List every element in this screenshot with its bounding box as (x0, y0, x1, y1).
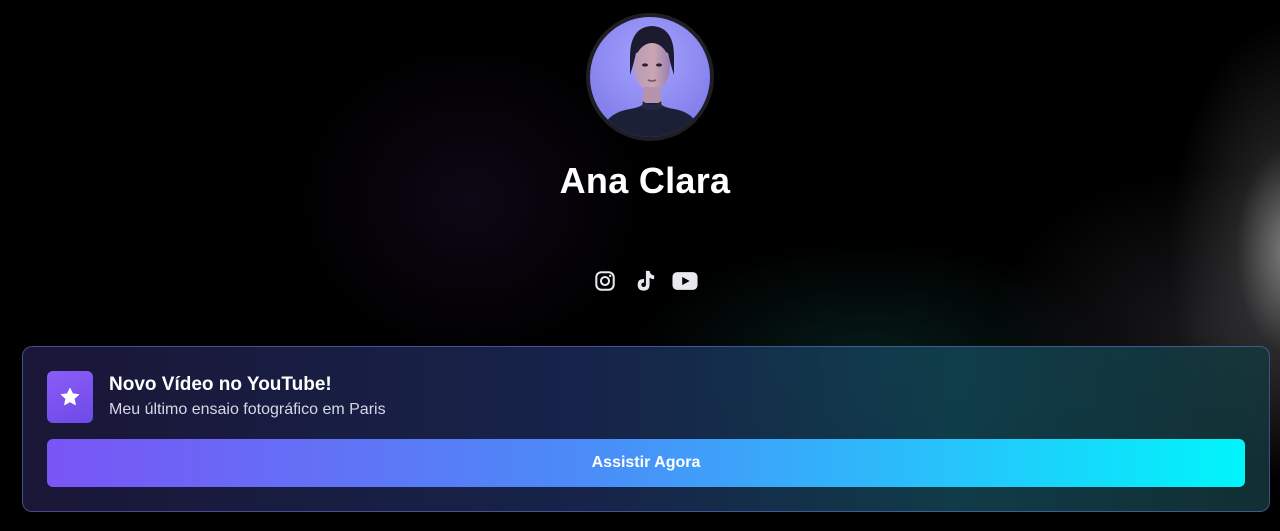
page-background: Ana Clara Novo Vídeo no YouTube! Meu últ… (0, 0, 1280, 531)
tiktok-glyph (637, 270, 655, 291)
instagram-icon[interactable] (592, 268, 618, 294)
card-title: Novo Vídeo no YouTube! (109, 374, 332, 395)
instagram-glyph (595, 271, 615, 291)
profile-name: Ana Clara (559, 160, 731, 201)
avatar (586, 13, 714, 141)
card-subtitle: Meu último ensaio fotográfico em Paris (109, 401, 386, 418)
star-glyph (60, 387, 80, 406)
watch-now-button[interactable]: Assistir Agora (47, 439, 1245, 487)
profile-photo (590, 17, 710, 137)
youtube-glyph (672, 272, 698, 290)
social-links (590, 268, 700, 294)
tiktok-icon[interactable] (632, 268, 658, 294)
announcement-card: Novo Vídeo no YouTube! Meu último ensaio… (22, 346, 1270, 512)
youtube-icon[interactable] (672, 268, 698, 294)
star-icon (47, 371, 93, 423)
